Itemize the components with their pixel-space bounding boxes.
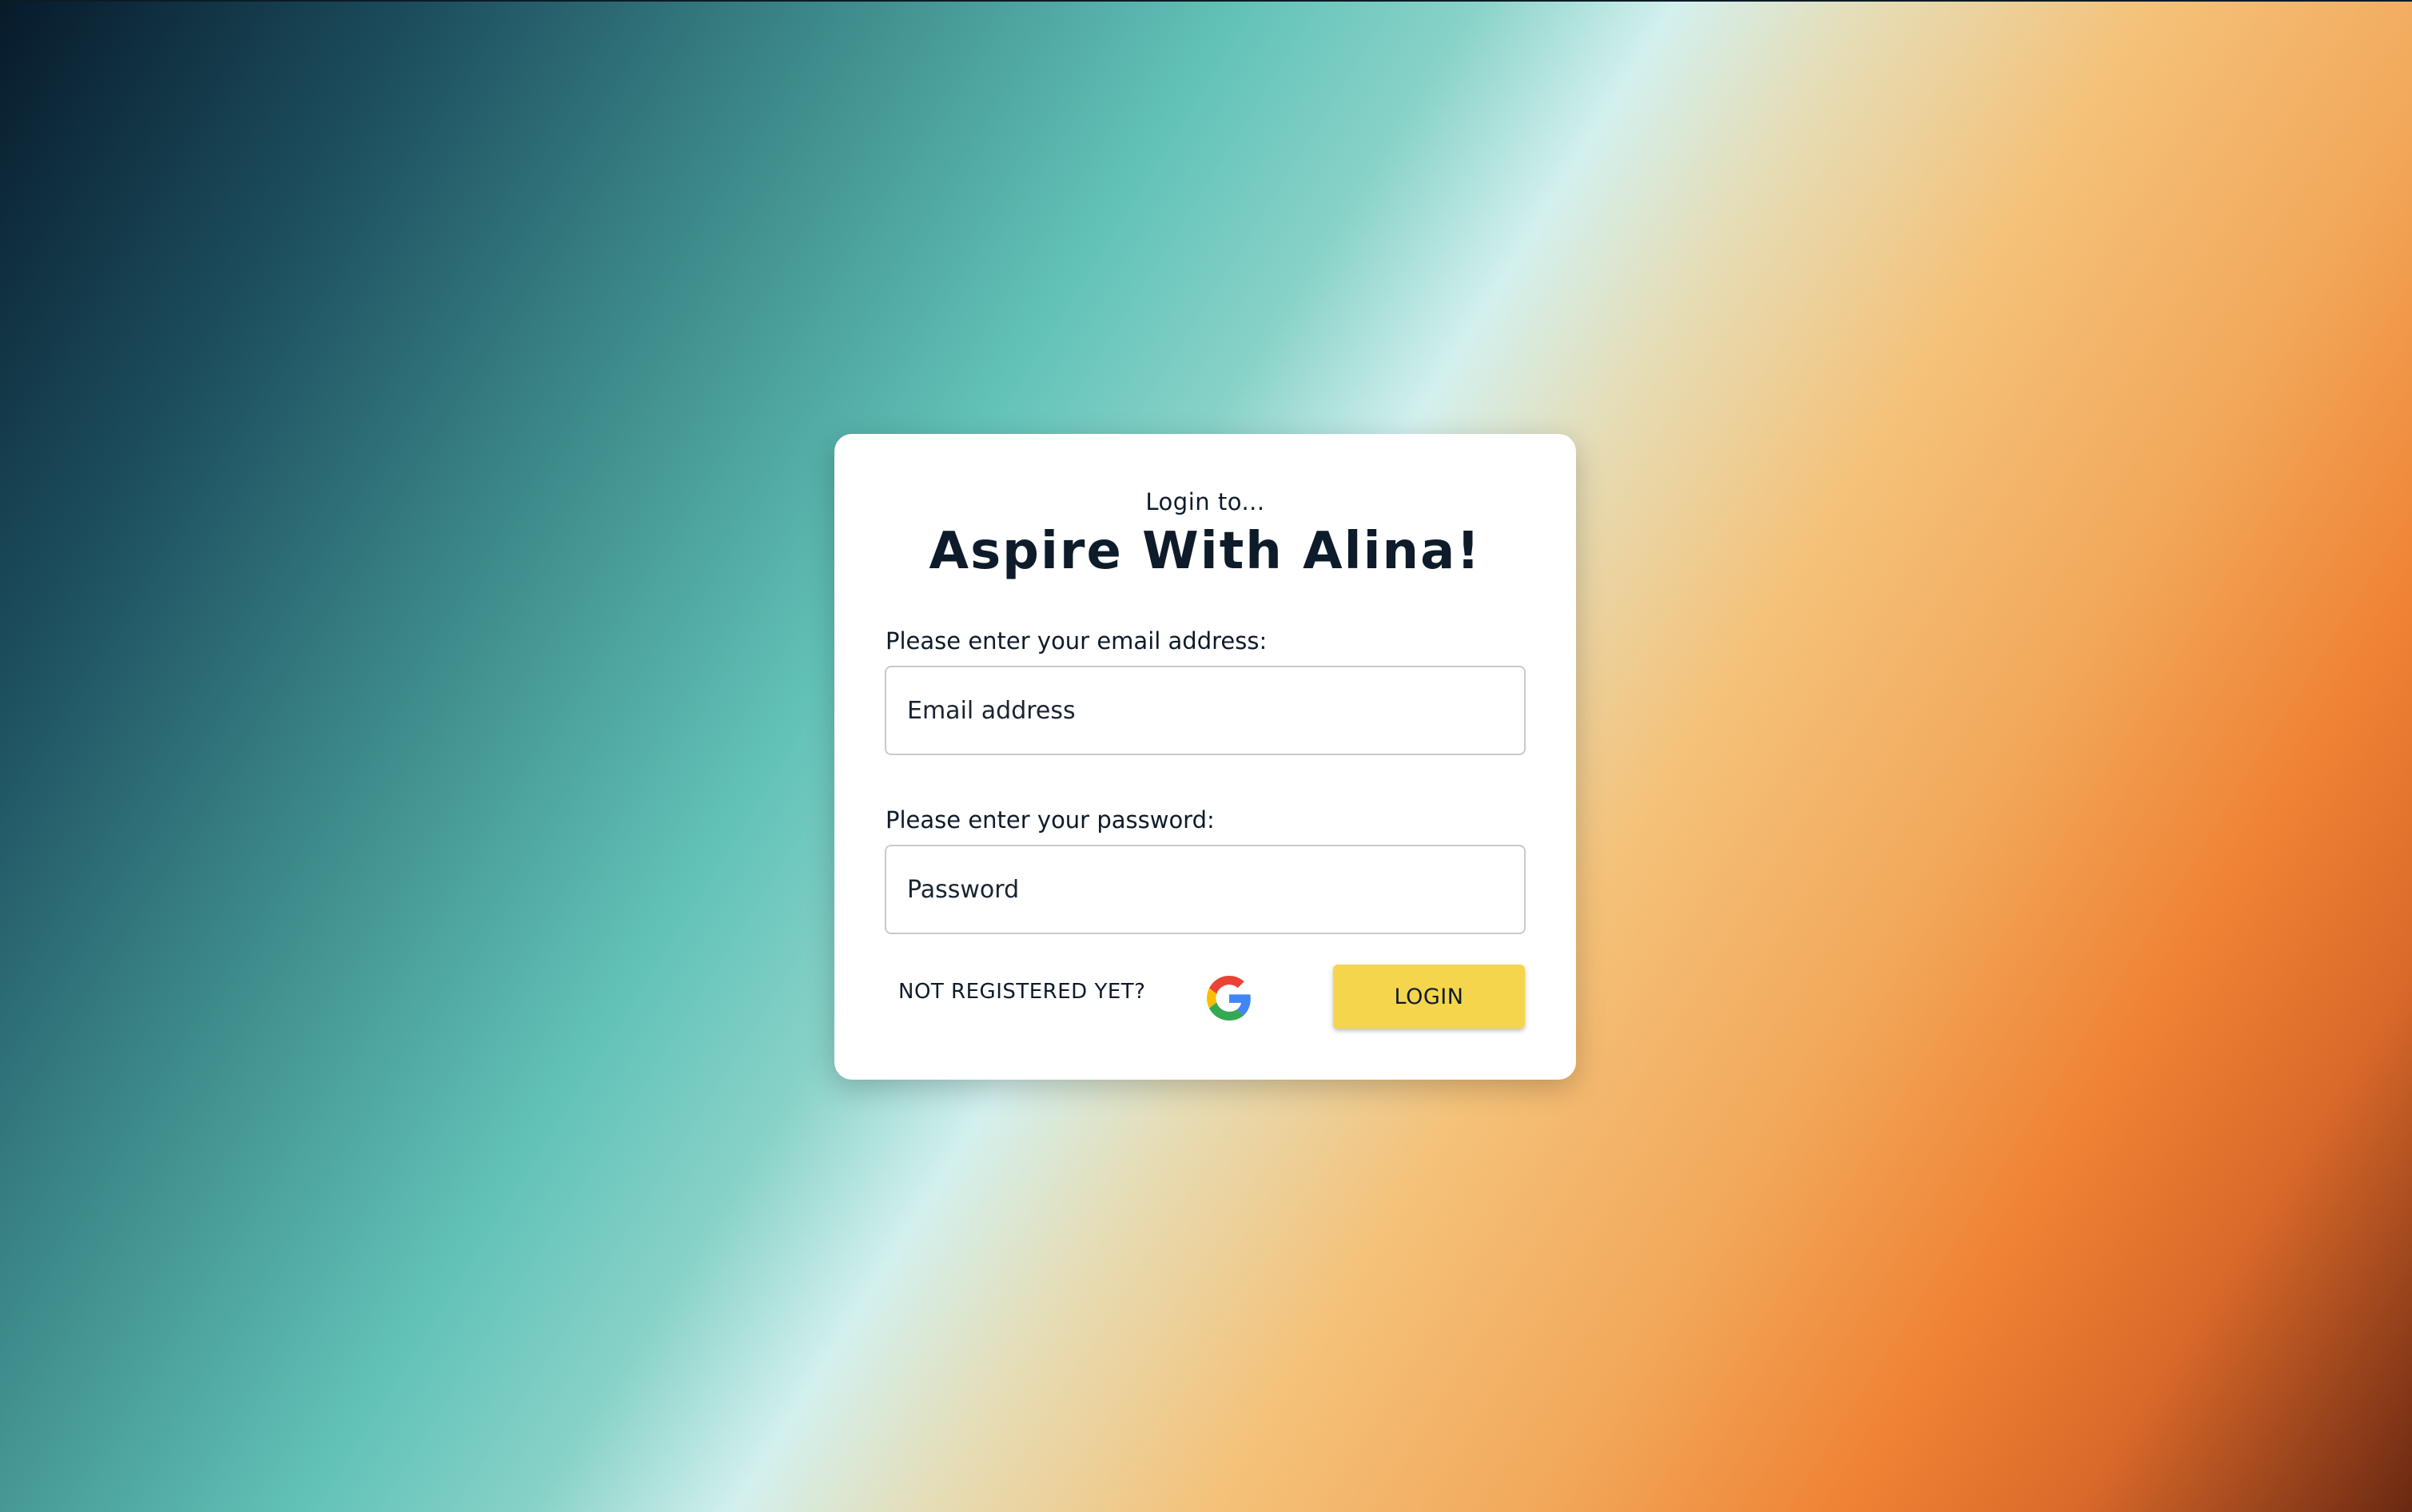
email-label: Please enter your email address: [886, 627, 1268, 655]
top-border-line [0, 0, 2412, 2]
app-title: Aspire With Alina! [929, 522, 1482, 581]
google-login-button[interactable] [1207, 976, 1252, 1021]
password-field[interactable] [885, 845, 1526, 934]
email-field[interactable] [885, 666, 1526, 755]
login-subtitle: Login to... [1145, 488, 1265, 515]
register-link[interactable]: NOT REGISTERED YET? [898, 980, 1145, 1004]
login-button[interactable]: LOGIN [1333, 965, 1525, 1029]
password-label: Please enter your password: [886, 806, 1215, 834]
login-card: Login to... Aspire With Alina! Please en… [834, 434, 1576, 1080]
google-icon [1207, 976, 1251, 1021]
